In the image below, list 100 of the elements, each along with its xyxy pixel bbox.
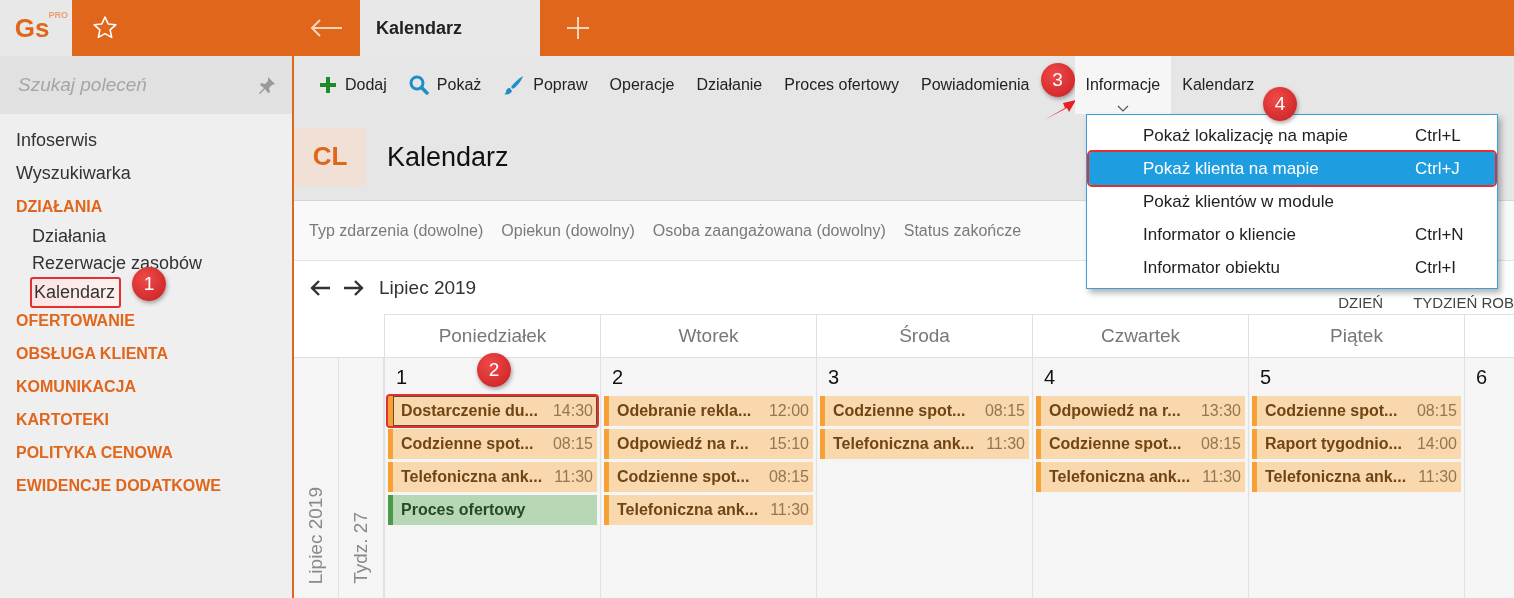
menu-item[interactable]: Informator obiektu Ctrl+I [1089,251,1495,284]
sidebar-item[interactable]: Działania [32,223,111,250]
module-badge: CL [294,127,366,186]
event-time: 08:15 [1200,435,1241,453]
filter-dropdown[interactable]: Osoba zaangażowana (dowolny) [652,221,886,240]
calendar-event[interactable]: Telefoniczna ank... 11:30 [388,462,597,492]
event-time: 11:30 [1418,468,1457,486]
day-number: 5 [1259,366,1272,390]
event-time: 12:00 [768,402,809,420]
sidebar-item[interactable]: Kalendarz [30,277,122,308]
back-arrow-icon[interactable] [309,18,343,38]
calendar-event[interactable]: Odpowiedź na r... 15:10 [604,429,813,459]
event-time: 08:15 [768,468,809,486]
column-header: Piątek [1248,314,1464,358]
column-header: Czwartek [1032,314,1248,358]
column-header: Poniedziałek [384,314,600,358]
event-title: Codzienne spot... [833,402,967,420]
menu-item-label: Informator obiektu [1143,257,1281,278]
event-time: 11:30 [554,468,593,486]
shortcut: Ctrl+I [1415,257,1457,278]
search-field[interactable]: Szukaj poleceń [18,74,258,96]
search-icon [408,75,429,95]
event-title: Codzienne spot... [617,468,751,486]
event-title: Dostarczenie du... [401,402,539,420]
toolbar-button[interactable]: Dodaj [308,56,398,114]
module-title: Kalendarz [387,141,509,173]
calendar-event[interactable]: Codzienne spot... 08:15 [604,462,813,492]
toolbar-button[interactable]: Popraw [492,56,599,114]
event-title: Codzienne spot... [401,435,535,453]
toolbar-button[interactable]: Kalendarz [1171,56,1266,114]
day-number: 3 [827,366,840,390]
event-title: Proces ofertowy [401,501,527,519]
sidebar-item[interactable]: Wyszukiwarka [0,157,292,190]
filter-dropdown[interactable]: Status zakończe [903,221,1022,240]
filter-dropdown[interactable]: Typ zdarzenia (dowolne) [309,221,484,240]
event-title: Telefoniczna ank... [617,501,760,519]
pin-icon[interactable] [258,76,276,94]
calendar-event[interactable]: Odpowiedź na r... 13:30 [1036,396,1245,426]
toolbar-button[interactable]: Proces ofertowy [773,56,910,114]
event-time: 11:30 [1202,468,1241,486]
chevron-down-icon [1116,105,1129,112]
view-button[interactable]: DZIEŃ [1338,294,1384,311]
event-time: 11:30 [770,501,809,519]
sidebar-item[interactable]: Infoserwis [0,124,292,157]
event-time: 15:10 [768,435,809,453]
toolbar-button[interactable]: Działanie [685,56,774,114]
day-number: 1 [395,366,408,390]
day-number: 6 [1475,366,1488,390]
calendar-event[interactable]: Proces ofertowy [388,495,597,525]
menu-item-label: Pokaż klientów w module [1143,191,1335,212]
event-time: 14:30 [552,402,593,420]
toolbar-button[interactable]: Operacje [598,56,686,114]
callout-badge: 3 [1040,63,1075,97]
menu-item-label: Pokaż klienta na mapie [1143,158,1320,179]
filter-dropdown[interactable]: Opiekun (dowolny) [501,221,635,240]
week-label: Tydz. 27 [350,512,372,584]
calendar-event[interactable]: Codzienne spot... 08:15 [1036,429,1245,459]
calendar-event[interactable]: Codzienne spot... 08:15 [388,429,597,459]
month-label: Lipiec 2019 [305,486,327,584]
view-button[interactable]: TYDZIEŃ ROB [1413,294,1514,311]
shortcut: Ctrl+L [1415,125,1461,146]
menu-item[interactable]: Pokaż lokalizację na mapie Ctrl+L [1089,119,1495,152]
add-tab-icon[interactable] [566,16,590,40]
event-time: 08:15 [1416,402,1457,420]
calendar-event[interactable]: Telefoniczna ank... 11:30 [1036,462,1245,492]
event-title: Codzienne spot... [1049,435,1183,453]
calendar-event[interactable]: Codzienne spot... 08:15 [1252,396,1461,426]
toolbar-button[interactable]: Pokaż [397,56,493,114]
previous-arrow-icon[interactable] [309,278,331,297]
event-title: Codzienne spot... [1265,402,1399,420]
event-time: 13:30 [1200,402,1241,420]
calendar-event[interactable]: Telefoniczna ank... 11:30 [1252,462,1461,492]
event-time: 08:15 [984,402,1025,420]
toolbar-button[interactable]: Powiadomienia [910,56,1041,114]
calendar-event[interactable]: Odebranie rekla... 12:00 [604,396,813,426]
next-arrow-icon[interactable] [343,278,365,297]
calendar-event[interactable]: Raport tygodnio... 14:00 [1252,429,1461,459]
toolbar-button[interactable]: Informacje [1074,56,1172,114]
day-number: 4 [1043,366,1056,390]
event-title: Odebranie rekla... [617,402,753,420]
logo-text: Gs [14,12,50,44]
calendar-event[interactable]: Telefoniczna ank... 11:30 [820,429,1029,459]
event-title: Raport tygodnio... [1265,435,1403,453]
menu-item-label: Informator o kliencie [1143,224,1298,245]
column-header: Środa [816,314,1032,358]
menu-item[interactable]: Pokaż klientów w module [1089,185,1495,218]
calendar-event[interactable]: Codzienne spot... 08:15 [820,396,1029,426]
menu-item[interactable]: Informator o kliencie Ctrl+N [1089,218,1495,251]
event-time: 14:00 [1416,435,1457,453]
event-time: 11:30 [986,435,1025,453]
column-header: Wtorek [600,314,816,358]
brush-icon [503,74,526,96]
calendar-event[interactable]: Telefoniczna ank... 11:30 [604,495,813,525]
event-title: Telefoniczna ank... [1049,468,1192,486]
pro-label: PRO [48,10,68,20]
search-bar[interactable]: Szukaj poleceń [0,56,292,114]
tab[interactable]: Kalendarz [360,0,540,56]
star-icon[interactable] [92,15,118,41]
calendar-event[interactable]: Dostarczenie du... 14:30 [388,396,597,426]
day-number: 2 [611,366,624,390]
